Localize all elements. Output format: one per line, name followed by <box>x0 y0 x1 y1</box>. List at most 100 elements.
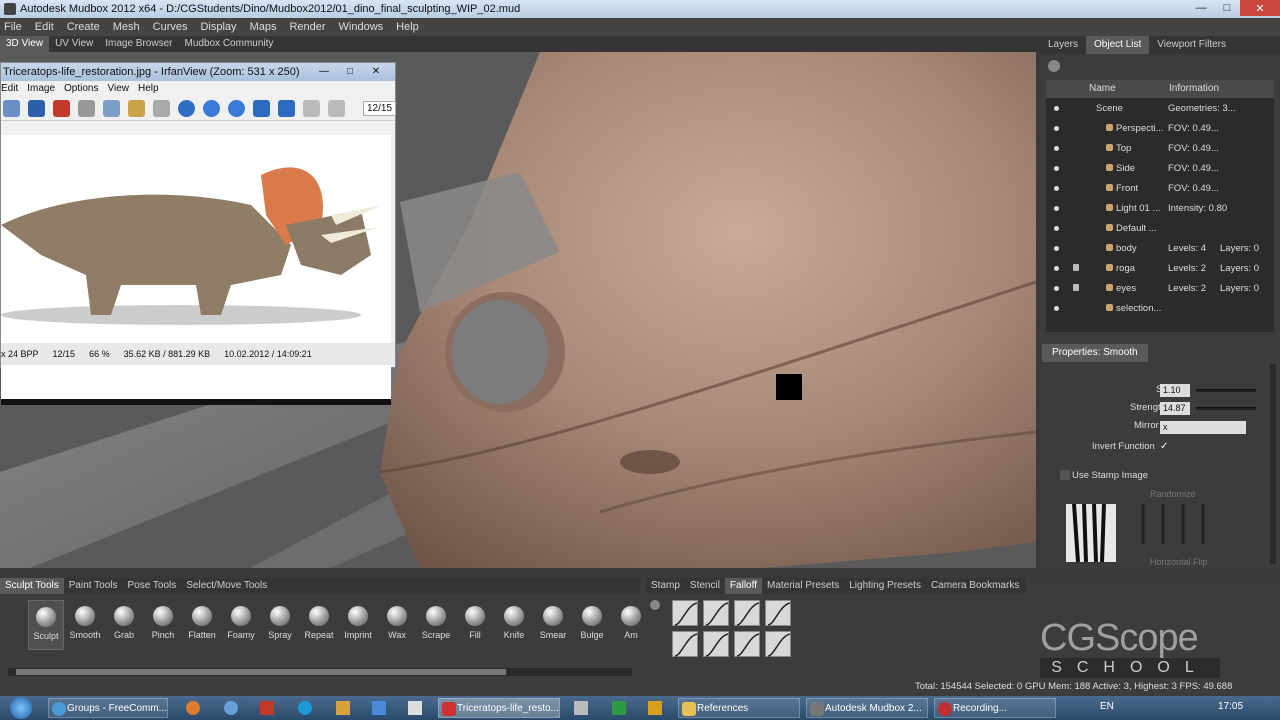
tool-flatten[interactable]: Flatten <box>184 600 220 650</box>
visibility-icon[interactable] <box>1054 166 1059 171</box>
iv-close-button[interactable]: ✕ <box>363 64 389 79</box>
properties-tab[interactable]: Properties: Smooth <box>1042 344 1148 362</box>
tool-smooth[interactable]: Smooth <box>67 600 103 650</box>
previous-icon[interactable] <box>253 100 270 117</box>
tool-fill[interactable]: Fill <box>457 600 493 650</box>
object-list-row[interactable]: Front FOV: 0.49... <box>1046 178 1274 198</box>
visibility-icon[interactable] <box>1054 286 1059 291</box>
tab-stamp[interactable]: Stamp <box>646 578 685 594</box>
tab-stencil[interactable]: Stencil <box>685 578 725 594</box>
object-list-row[interactable]: Perspecti... FOV: 0.49... <box>1046 118 1274 138</box>
firefox-icon[interactable] <box>186 701 200 715</box>
taskbar-item-mudbox[interactable]: Autodesk Mudbox 2... <box>806 698 928 718</box>
start-button[interactable] <box>4 696 38 720</box>
zoom-in-icon[interactable] <box>203 100 220 117</box>
strength-field[interactable]: 14.87 <box>1160 402 1190 415</box>
app-icon-5[interactable] <box>612 701 626 715</box>
open-icon[interactable] <box>3 100 20 117</box>
tab-pose-tools[interactable]: Pose Tools <box>123 578 182 594</box>
visibility-icon[interactable] <box>1054 246 1059 251</box>
tab-lighting-presets[interactable]: Lighting Presets <box>844 578 926 594</box>
next-icon[interactable] <box>278 100 295 117</box>
visibility-icon[interactable] <box>1054 266 1059 271</box>
tool-grab[interactable]: Grab <box>106 600 142 650</box>
taskbar-item-recording[interactable]: Recording... <box>934 698 1056 718</box>
falloff-preset[interactable] <box>734 600 760 626</box>
menu-edit[interactable]: Edit <box>35 21 54 33</box>
visibility-icon[interactable] <box>1054 186 1059 191</box>
falloff-preset[interactable] <box>734 631 760 657</box>
tab-sculpt-tools[interactable]: Sculpt Tools <box>0 578 64 594</box>
tab-mudbox-community[interactable]: Mudbox Community <box>178 36 279 52</box>
falloff-preset[interactable] <box>765 631 791 657</box>
object-list-row[interactable]: Scene Geometries: 3... <box>1046 98 1274 118</box>
visibility-icon[interactable] <box>1054 226 1059 231</box>
object-list-row[interactable]: Light 01 ... Intensity: 0.80 <box>1046 198 1274 218</box>
app-icon-3[interactable] <box>372 701 386 715</box>
language-indicator[interactable]: EN <box>1100 701 1114 712</box>
iv-menu-image[interactable]: Image <box>27 81 55 97</box>
tool-sculpt[interactable]: Sculpt <box>28 600 64 650</box>
tab-paint-tools[interactable]: Paint Tools <box>64 578 123 594</box>
size-slider[interactable] <box>1196 389 1256 392</box>
clock[interactable]: 17:05 <box>1218 701 1243 712</box>
cut-icon[interactable] <box>78 100 95 117</box>
iv-menu-help[interactable]: Help <box>138 81 159 97</box>
object-list-row[interactable]: Default ... <box>1046 218 1274 238</box>
settings-icon[interactable] <box>328 100 345 117</box>
print-icon[interactable] <box>303 100 320 117</box>
falloff-preset[interactable] <box>672 631 698 657</box>
lock-icon[interactable] <box>1073 264 1079 271</box>
menu-display[interactable]: Display <box>200 21 236 33</box>
visibility-icon[interactable] <box>1054 126 1059 131</box>
tool-imprint[interactable]: Imprint <box>340 600 376 650</box>
object-list-row[interactable]: Top FOV: 0.49... <box>1046 138 1274 158</box>
lock-icon[interactable] <box>1073 284 1079 291</box>
zoom-out-icon[interactable] <box>228 100 245 117</box>
delete-icon[interactable] <box>53 100 70 117</box>
notepad-icon[interactable] <box>408 701 422 715</box>
tab-uv-view[interactable]: UV View <box>49 36 99 52</box>
maximize-button[interactable]: □ <box>1214 0 1240 16</box>
info-icon[interactable] <box>178 100 195 117</box>
taskbar-item-groups[interactable]: Groups - FreeComm... <box>48 698 168 718</box>
tab-viewport-filters[interactable]: Viewport Filters <box>1149 36 1234 54</box>
information-column-header[interactable]: Information <box>1166 80 1219 98</box>
object-list-row[interactable]: body Levels: 4 Layers: 0 <box>1046 238 1274 258</box>
tool-pinch[interactable]: Pinch <box>145 600 181 650</box>
name-column-header[interactable]: Name <box>1086 80 1166 98</box>
visibility-icon[interactable] <box>1054 106 1059 111</box>
stamp-sliders[interactable] <box>1138 504 1218 544</box>
tab-3d-view[interactable]: 3D View <box>0 36 50 52</box>
falloff-preset[interactable] <box>703 631 729 657</box>
irfanview-window[interactable]: Triceratops-life_restoration.jpg - Irfan… <box>0 62 397 405</box>
minimize-button[interactable]: — <box>1188 0 1214 16</box>
object-list-row[interactable]: Side FOV: 0.49... <box>1046 158 1274 178</box>
invert-function-checkbox[interactable]: ✓ <box>1160 442 1170 452</box>
tool-spray[interactable]: Spray <box>262 600 298 650</box>
object-list-row[interactable]: selection... <box>1046 298 1274 318</box>
visibility-icon[interactable] <box>1054 306 1059 311</box>
mirror-select[interactable]: x <box>1160 421 1246 434</box>
taskbar-item-references[interactable]: References <box>678 698 800 718</box>
app-icon[interactable] <box>224 701 238 715</box>
menu-file[interactable]: File <box>4 21 22 33</box>
use-stamp-checkbox[interactable] <box>1060 470 1070 480</box>
tool-bulge[interactable]: Bulge <box>574 600 610 650</box>
falloff-preset[interactable] <box>703 600 729 626</box>
tab-material-presets[interactable]: Material Presets <box>762 578 844 594</box>
app-icon-4[interactable] <box>574 701 588 715</box>
iv-menu-options[interactable]: Options <box>64 81 98 97</box>
filezilla-icon[interactable] <box>260 701 274 715</box>
tab-image-browser[interactable]: Image Browser <box>99 36 178 52</box>
tool-repeat[interactable]: Repeat <box>301 600 337 650</box>
falloff-options-icon[interactable] <box>650 600 660 610</box>
menu-render[interactable]: Render <box>289 21 325 33</box>
falloff-preset[interactable] <box>765 600 791 626</box>
close-button[interactable]: ✕ <box>1240 0 1280 16</box>
visibility-icon[interactable] <box>1054 206 1059 211</box>
tab-layers[interactable]: Layers <box>1040 36 1086 54</box>
falloff-preset[interactable] <box>672 600 698 626</box>
object-list-options-icon[interactable] <box>1048 60 1060 72</box>
tools-scrollbar[interactable] <box>8 668 632 676</box>
